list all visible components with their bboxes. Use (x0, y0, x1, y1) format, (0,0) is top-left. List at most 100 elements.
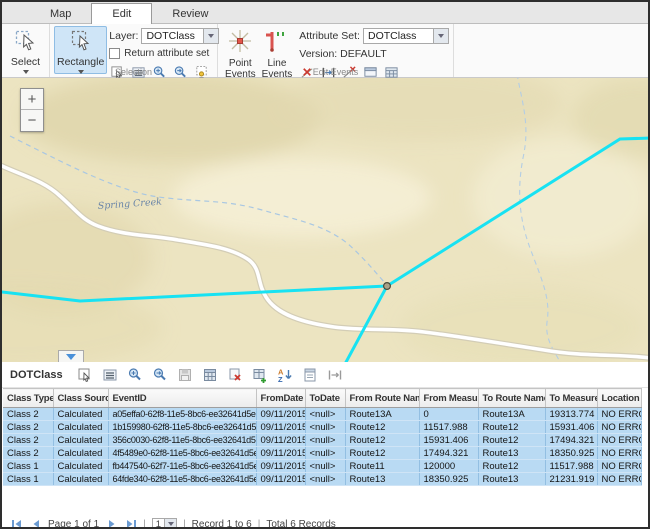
table-cell[interactable]: Route13A (478, 408, 545, 421)
measure-range-icon[interactable] (327, 366, 344, 383)
table-cell[interactable]: Route13 (478, 473, 545, 486)
table-cell[interactable]: NO ERROR (597, 421, 641, 434)
table-cell[interactable]: <null> (305, 473, 345, 486)
table-cell[interactable]: 120000 (419, 460, 478, 473)
table-cell[interactable]: 15931.406 (419, 434, 478, 447)
table-cell[interactable]: Class 2 (3, 434, 53, 447)
last-page-icon[interactable] (124, 519, 137, 529)
add-record-icon[interactable] (252, 366, 269, 383)
next-page-icon[interactable] (105, 519, 118, 529)
table-cell[interactable]: 19313.774 (545, 408, 597, 421)
map-canvas[interactable]: Spring Creek + − (2, 78, 648, 362)
attribute-grid-view-icon[interactable] (202, 366, 219, 383)
table-cell[interactable]: 4f5489e0-62f8-11e5-8bc6-ee32641d5ec9 (108, 447, 256, 460)
table-cell[interactable]: Calculated (53, 408, 108, 421)
table-cell[interactable]: Route12 (478, 421, 545, 434)
table-cell[interactable]: 09/11/2015 (256, 460, 305, 473)
table-cell[interactable]: 21231.919 (545, 473, 597, 486)
table-cell[interactable]: Calculated (53, 460, 108, 473)
table-cell[interactable]: <null> (305, 460, 345, 473)
table-cell[interactable]: 64fde340-62f8-11e5-8bc6-ee32641d5ec9 (108, 473, 256, 486)
zoom-to-selected-record-icon[interactable] (127, 366, 144, 383)
column-header[interactable]: To Measure (545, 389, 597, 408)
column-header[interactable]: Class Source (53, 389, 108, 408)
table-row[interactable]: Class 2Calculated4f5489e0-62f8-11e5-8bc6… (3, 447, 641, 460)
layer-dropdown[interactable]: DOTClass (141, 28, 219, 44)
table-cell[interactable]: 356c0030-62f8-11e5-8bc6-ee32641d5ec9 (108, 434, 256, 447)
column-header[interactable]: From Measure (419, 389, 478, 408)
column-header[interactable]: From Route Name (345, 389, 419, 408)
pan-to-selected-record-icon[interactable] (152, 366, 169, 383)
select-tool-button[interactable]: Select (6, 26, 45, 76)
return-attribute-set-checkbox[interactable] (109, 48, 120, 59)
form-view-icon[interactable] (302, 366, 319, 383)
save-edits-icon[interactable] (177, 366, 194, 383)
select-dropdown-caret-icon[interactable] (23, 70, 29, 74)
table-cell[interactable]: 15931.406 (545, 421, 597, 434)
select-records-icon[interactable] (77, 366, 94, 383)
table-cell[interactable]: <null> (305, 421, 345, 434)
table-cell[interactable]: NO ERROR (597, 460, 641, 473)
zoom-in-button[interactable]: + (21, 89, 43, 110)
table-cell[interactable]: <null> (305, 447, 345, 460)
table-cell[interactable]: Route12 (345, 447, 419, 460)
first-page-icon[interactable] (10, 519, 23, 529)
table-row[interactable]: Class 2Calculateda05effa0-62f8-11e5-8bc6… (3, 408, 641, 421)
table-cell[interactable]: Route13 (478, 447, 545, 460)
layer-dropdown-caret-icon[interactable] (203, 29, 218, 43)
attribute-set-dropdown[interactable]: DOTClass (363, 28, 449, 44)
show-selected-records-icon[interactable] (102, 366, 119, 383)
column-header[interactable]: EventID (108, 389, 256, 408)
table-cell[interactable]: NO ERROR (597, 434, 641, 447)
table-cell[interactable]: <null> (305, 408, 345, 421)
table-cell[interactable]: Route11 (345, 460, 419, 473)
table-cell[interactable]: 09/11/2015 (256, 447, 305, 460)
page-number-select[interactable]: 1 (152, 518, 177, 529)
attribute-set-caret-icon[interactable] (433, 29, 448, 43)
sort-records-icon[interactable]: AZ (277, 366, 294, 383)
table-cell[interactable]: 09/11/2015 (256, 421, 305, 434)
table-cell[interactable]: Class 1 (3, 473, 53, 486)
table-cell[interactable]: Class 1 (3, 460, 53, 473)
column-header[interactable]: ToDate (305, 389, 345, 408)
table-cell[interactable]: Route13A (345, 408, 419, 421)
table-cell[interactable]: NO ERROR (597, 408, 641, 421)
table-cell[interactable]: 18350.925 (419, 473, 478, 486)
column-header[interactable]: Class Type (3, 389, 53, 408)
table-cell[interactable]: 11517.988 (545, 460, 597, 473)
table-cell[interactable]: 09/11/2015 (256, 408, 305, 421)
route-junction-marker[interactable] (384, 283, 391, 290)
tab-map[interactable]: Map (30, 4, 91, 23)
panel-collapse-handle[interactable] (58, 350, 84, 362)
delete-record-icon[interactable] (227, 366, 244, 383)
table-row[interactable]: Class 2Calculated356c0030-62f8-11e5-8bc6… (3, 434, 641, 447)
table-cell[interactable]: 0 (419, 408, 478, 421)
table-cell[interactable]: Calculated (53, 434, 108, 447)
table-cell[interactable]: 1b159980-62f8-11e5-8bc6-ee32641d5ec9 (108, 421, 256, 434)
table-cell[interactable]: 18350.925 (545, 447, 597, 460)
previous-page-icon[interactable] (29, 519, 42, 529)
table-row[interactable]: Class 1Calculatedfb447540-62f7-11e5-8bc6… (3, 460, 641, 473)
table-cell[interactable]: Route12 (345, 421, 419, 434)
tab-review[interactable]: Review (152, 4, 228, 23)
page-number-caret-icon[interactable] (164, 519, 176, 529)
tab-edit[interactable]: Edit (91, 3, 152, 24)
table-cell[interactable]: 17494.321 (545, 434, 597, 447)
column-header[interactable]: To Route Name (478, 389, 545, 408)
table-cell[interactable]: fb447540-62f7-11e5-8bc6-ee32641d5ec9 (108, 460, 256, 473)
table-cell[interactable]: Route12 (478, 460, 545, 473)
table-cell[interactable]: 11517.988 (419, 421, 478, 434)
table-cell[interactable]: NO ERROR (597, 473, 641, 486)
zoom-out-button[interactable]: − (21, 110, 43, 131)
table-cell[interactable]: Class 2 (3, 408, 53, 421)
column-header[interactable]: Location Error (597, 389, 641, 408)
table-cell[interactable]: 09/11/2015 (256, 434, 305, 447)
table-cell[interactable]: NO ERROR (597, 447, 641, 460)
table-cell[interactable]: Calculated (53, 447, 108, 460)
column-header[interactable]: FromDate (256, 389, 305, 408)
table-row[interactable]: Class 2Calculated1b159980-62f8-11e5-8bc6… (3, 421, 641, 434)
table-cell[interactable]: <null> (305, 434, 345, 447)
table-cell[interactable]: Route12 (345, 434, 419, 447)
table-cell[interactable]: Class 2 (3, 421, 53, 434)
table-row[interactable]: Class 1Calculated64fde340-62f8-11e5-8bc6… (3, 473, 641, 486)
